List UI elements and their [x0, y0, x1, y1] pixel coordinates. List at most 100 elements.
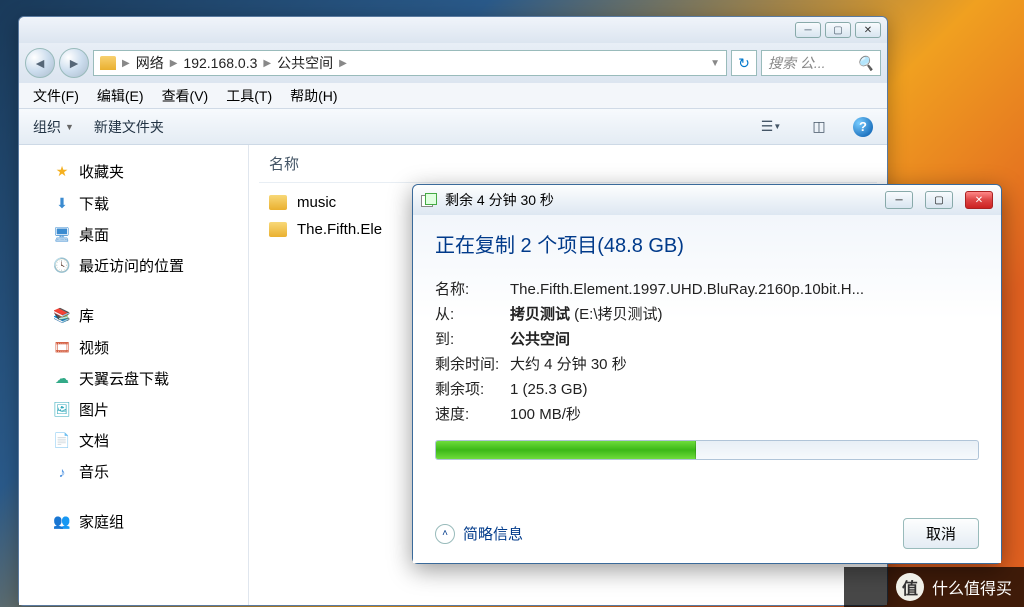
info-value: 1 (25.3 GB): [510, 381, 979, 398]
file-name: The.Fifth.Ele: [297, 221, 382, 238]
breadcrumb-sep: ▶: [263, 58, 271, 69]
info-label: 从:: [435, 303, 510, 324]
sidebar-item-cloud[interactable]: ☁天翼云盘下载: [25, 363, 242, 394]
dialog-body: 正在复制 2 个项目(48.8 GB) 名称: The.Fifth.Elemen…: [413, 215, 1001, 563]
help-button[interactable]: ?: [853, 117, 873, 137]
forward-button[interactable]: ►: [59, 48, 89, 78]
address-bar[interactable]: ▶ 网络 ▶ 192.168.0.3 ▶ 公共空间 ▶ ▼: [93, 50, 727, 76]
breadcrumb-sep: ▶: [122, 58, 130, 69]
info-row-to: 到: 公共空间: [435, 326, 979, 351]
desktop-icon: 🖥: [53, 227, 71, 243]
library-icon: 📚: [53, 308, 71, 324]
preview-pane-button[interactable]: ◫: [805, 116, 833, 138]
sidebar-homegroup[interactable]: 👥 家庭组: [25, 505, 242, 538]
download-icon: ⬇: [53, 196, 71, 212]
recent-icon: 🕓: [53, 258, 71, 274]
menu-edit[interactable]: 编辑(E): [97, 86, 144, 106]
cancel-button[interactable]: 取消: [903, 518, 979, 549]
menu-view[interactable]: 查看(V): [162, 86, 209, 106]
dialog-close-button[interactable]: ✕: [965, 191, 993, 209]
picture-icon: 🖼: [53, 402, 71, 418]
new-folder-label: 新建文件夹: [94, 117, 164, 137]
info-row-remaining-time: 剩余时间: 大约 4 分钟 30 秒: [435, 351, 979, 376]
info-row-name: 名称: The.Fifth.Element.1997.UHD.BluRay.21…: [435, 276, 979, 301]
close-button[interactable]: ✕: [855, 22, 881, 38]
sidebar-item-downloads[interactable]: ⬇ 下载: [25, 188, 242, 219]
sidebar-item-desktop[interactable]: 🖥 桌面: [25, 219, 242, 250]
sidebar: ★ 收藏夹 ⬇ 下载 🖥 桌面 🕓最近访问的位置 📚 库 🎞视频 ☁天翼云盘下载 🖼…: [19, 145, 249, 605]
info-label: 剩余项:: [435, 378, 510, 399]
sidebar-item-label: 音乐: [79, 461, 109, 482]
search-icon: 🔍: [857, 55, 874, 72]
folder-icon: [100, 56, 116, 70]
sidebar-item-label: 图片: [79, 399, 109, 420]
toolbar: 组织 ▼ 新建文件夹 ☰ ▼ ◫ ?: [19, 109, 887, 145]
folder-icon: [269, 195, 287, 210]
dialog-minimize-button[interactable]: ─: [885, 191, 913, 209]
organize-button[interactable]: 组织 ▼: [33, 117, 74, 137]
info-value: 公共空间: [510, 328, 979, 349]
sidebar-item-pictures[interactable]: 🖼 图片: [25, 394, 242, 425]
sidebar-item-documents[interactable]: 📄 文档: [25, 425, 242, 456]
info-value: 大约 4 分钟 30 秒: [510, 353, 979, 374]
sidebar-item-label: 桌面: [79, 224, 109, 245]
homegroup-icon: 👥: [53, 514, 71, 530]
refresh-button[interactable]: ↻: [731, 50, 757, 76]
menu-file[interactable]: 文件(F): [33, 86, 79, 106]
sidebar-label: 收藏夹: [79, 161, 124, 182]
search-placeholder: 搜索 公...: [768, 53, 826, 73]
menu-help[interactable]: 帮助(H): [290, 86, 337, 106]
document-icon: 📄: [53, 433, 71, 449]
maximize-button[interactable]: ▢: [825, 22, 851, 38]
less-info-toggle[interactable]: ˄ 简略信息: [435, 523, 523, 544]
dropdown-icon[interactable]: ▼: [710, 58, 720, 69]
info-row-from: 从: 拷贝测试 (E:\拷贝测试): [435, 301, 979, 326]
progress-fill: [436, 441, 696, 459]
dialog-maximize-button[interactable]: ▢: [925, 191, 953, 209]
star-icon: ★: [53, 164, 71, 180]
chevron-down-icon: ▼: [65, 122, 74, 132]
info-label: 速度:: [435, 403, 510, 424]
info-row-remaining-items: 剩余项: 1 (25.3 GB): [435, 376, 979, 401]
less-info-label: 简略信息: [463, 523, 523, 544]
breadcrumb-item[interactable]: 公共空间: [277, 53, 333, 73]
cloud-icon: ☁: [53, 371, 71, 387]
sidebar-item-videos[interactable]: 🎞视频: [25, 332, 242, 363]
copy-dialog: 剩余 4 分钟 30 秒 ─ ▢ ✕ 正在复制 2 个项目(48.8 GB) 名…: [412, 184, 1002, 564]
info-value: The.Fifth.Element.1997.UHD.BluRay.2160p.…: [510, 281, 979, 298]
chevron-up-icon: ˄: [435, 524, 455, 544]
sidebar-label: 家庭组: [79, 511, 124, 532]
menu-tools[interactable]: 工具(T): [226, 86, 272, 106]
breadcrumb-sep: ▶: [339, 58, 347, 69]
breadcrumb-item[interactable]: 网络: [136, 53, 164, 73]
sidebar-label: 库: [79, 305, 94, 326]
breadcrumb-sep: ▶: [170, 58, 178, 69]
search-input[interactable]: 搜索 公... 🔍: [761, 50, 881, 76]
info-row-speed: 速度: 100 MB/秒: [435, 401, 979, 426]
progress-bar: [435, 440, 979, 460]
info-label: 名称:: [435, 278, 510, 299]
dialog-title: 剩余 4 分钟 30 秒: [445, 190, 554, 210]
back-button[interactable]: ◄: [25, 48, 55, 78]
sidebar-favorites[interactable]: ★ 收藏夹: [25, 155, 242, 188]
sidebar-item-label: 文档: [79, 430, 109, 451]
column-header-name[interactable]: 名称: [259, 153, 877, 183]
breadcrumb-item[interactable]: 192.168.0.3: [183, 55, 257, 71]
explorer-titlebar: ─ ▢ ✕: [19, 17, 887, 43]
sidebar-item-label: 下载: [79, 193, 109, 214]
folder-icon: [269, 222, 287, 237]
minimize-button[interactable]: ─: [795, 22, 821, 38]
new-folder-button[interactable]: 新建文件夹: [94, 117, 164, 137]
watermark: 值 什么值得买: [844, 567, 1024, 607]
sidebar-item-music[interactable]: ♪音乐: [25, 456, 242, 487]
info-value: 拷贝测试 (E:\拷贝测试): [510, 303, 979, 324]
watermark-badge: 值: [896, 573, 924, 601]
copy-icon: [421, 193, 437, 207]
sidebar-libraries[interactable]: 📚 库: [25, 299, 242, 332]
video-icon: 🎞: [53, 340, 71, 356]
sidebar-item-recent[interactable]: 🕓最近访问的位置: [25, 250, 242, 281]
dialog-heading: 正在复制 2 个项目(48.8 GB): [435, 229, 979, 258]
view-options-button[interactable]: ☰ ▼: [757, 116, 785, 138]
info-label: 剩余时间:: [435, 353, 510, 374]
file-name: music: [297, 194, 336, 211]
